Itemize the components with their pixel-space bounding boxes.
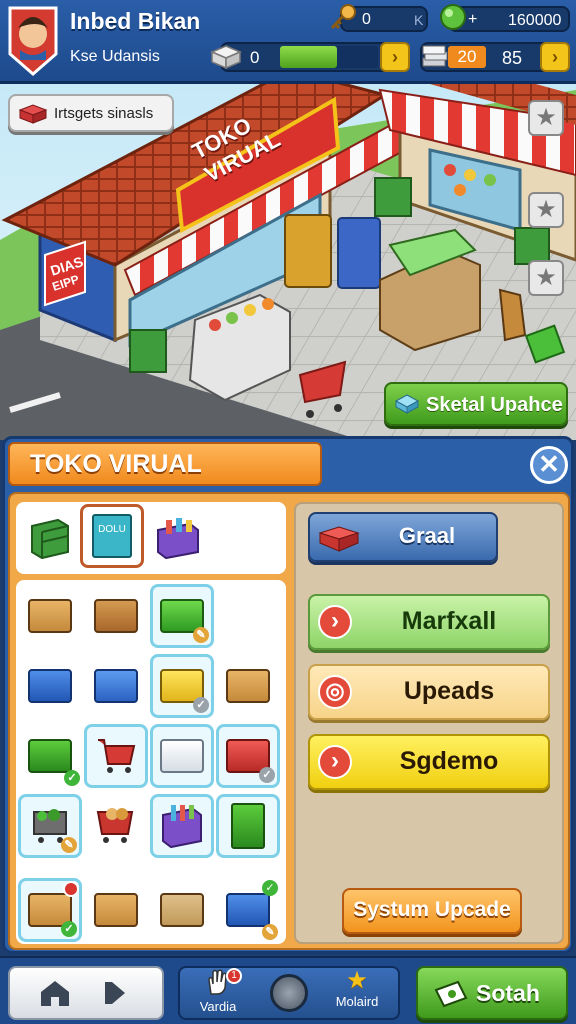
marfxall-label: Marfxall bbox=[401, 607, 497, 635]
star-button-3[interactable]: ★ bbox=[528, 260, 564, 296]
box-progress-track bbox=[280, 46, 378, 68]
tab-shelves[interactable] bbox=[18, 506, 82, 570]
item-cardboard-box-5[interactable] bbox=[84, 878, 148, 942]
gem-block-icon bbox=[394, 393, 420, 415]
action-column bbox=[294, 502, 564, 944]
item-freezer[interactable] bbox=[150, 724, 214, 788]
moaird-tab[interactable]: ★ Molaird bbox=[324, 968, 390, 1020]
item-blue-machine[interactable]: ✓ ✎ bbox=[216, 878, 280, 942]
play-icon[interactable] bbox=[100, 978, 130, 1008]
item-cardboard-box-2[interactable] bbox=[84, 584, 148, 648]
box-progress-fill bbox=[280, 46, 337, 68]
check-badge: ✓ bbox=[193, 697, 209, 713]
moaird-label: Molaird bbox=[335, 994, 379, 1009]
lock-badge: ✎ bbox=[193, 627, 209, 643]
panel-body: DOLU ✎ ✓ ✓ ✓ ✎ ✓ ✓ ✎ Graal › Marfxall ◎ … bbox=[8, 492, 570, 950]
sotah-label: Sotah bbox=[476, 980, 540, 1006]
top-bar: Inbed Bikan Kse Udansis 0 K + 160000 0 › bbox=[0, 0, 576, 84]
center-dial-icon[interactable] bbox=[270, 974, 308, 1012]
gem-icon bbox=[438, 2, 468, 32]
upeads-target-icon: ◎ bbox=[318, 675, 352, 709]
alert-badge bbox=[63, 881, 79, 897]
item-drinks-rack[interactable] bbox=[150, 794, 214, 858]
upeads-label: Upeads bbox=[403, 677, 495, 705]
key-icon bbox=[328, 2, 358, 32]
tab-book-text: DOLU bbox=[98, 524, 126, 535]
special-upgrade-label: Sketal Upahce bbox=[426, 394, 563, 416]
inventory-shortcut-button[interactable]: Irtsgets sinasls bbox=[8, 94, 174, 132]
marfxall-button[interactable]: › Marfxall bbox=[308, 594, 550, 650]
item-shopping-cart[interactable] bbox=[84, 724, 148, 788]
item-cardboard-box-1[interactable] bbox=[18, 584, 82, 648]
key-tag: K bbox=[414, 12, 424, 28]
tab-bottles[interactable] bbox=[146, 506, 210, 570]
upeads-button[interactable]: ◎ Upeads bbox=[308, 664, 550, 720]
stack-next-button[interactable]: › bbox=[540, 42, 570, 72]
item-cardboard-box-3[interactable] bbox=[216, 654, 280, 718]
sgdemo-button[interactable]: › Sgdemo bbox=[308, 734, 550, 790]
item-produce-crate[interactable]: ✓ bbox=[18, 724, 82, 788]
inventory-shortcut-label: Irtsgets sinasls bbox=[54, 105, 154, 122]
system-upgrade-button[interactable]: Systum Upcade bbox=[342, 888, 522, 934]
game-screen: TOKO VIRUAL DIAS EIPP Inbed Bikan Kse Ud… bbox=[0, 0, 576, 1024]
close-button[interactable]: ✕ bbox=[530, 446, 568, 484]
stack-value-b: 85 bbox=[502, 48, 523, 68]
item-cardboard-box-4[interactable]: ✓ bbox=[18, 878, 82, 942]
bottom-nav: 1 Vardia ★ Molaird Sotah bbox=[0, 956, 576, 1024]
crate-icon bbox=[208, 44, 242, 70]
box-count: 0 bbox=[250, 48, 260, 67]
special-upgrade-button[interactable]: Sketal Upahce bbox=[384, 382, 568, 426]
gem-count: 160000 bbox=[508, 12, 562, 29]
star-icon: ★ bbox=[346, 967, 368, 994]
graal-button[interactable]: Graal bbox=[308, 512, 498, 562]
item-red-register[interactable]: ✓ bbox=[216, 724, 280, 788]
varia-badge: 1 bbox=[226, 968, 242, 984]
stack-icon bbox=[420, 44, 450, 70]
item-yellow-box[interactable]: ✓ bbox=[150, 654, 214, 718]
varia-tab[interactable]: 1 Vardia bbox=[188, 968, 248, 1020]
item-blue-crate-2[interactable] bbox=[84, 654, 148, 718]
lock-badge-4: ✎ bbox=[262, 924, 278, 940]
gem-plus: + bbox=[468, 11, 478, 28]
star-button-2[interactable]: ★ bbox=[528, 192, 564, 228]
key-count: 0 bbox=[362, 11, 371, 28]
owned-check-2: ✓ bbox=[61, 921, 77, 937]
red-crate-icon bbox=[18, 104, 48, 124]
item-blue-crate-1[interactable] bbox=[18, 654, 82, 718]
tab-books[interactable]: DOLU bbox=[80, 504, 144, 568]
varia-label: Vardia bbox=[199, 999, 237, 1014]
stack-value-a: 20 bbox=[448, 46, 486, 68]
graal-icon bbox=[318, 524, 360, 552]
item-bread-cart[interactable] bbox=[84, 794, 148, 858]
lock-badge-3: ✎ bbox=[61, 837, 77, 853]
item-green-book[interactable] bbox=[216, 794, 280, 858]
player-name: Inbed Bikan bbox=[70, 8, 201, 34]
player-avatar[interactable] bbox=[6, 4, 60, 76]
sotah-button[interactable]: Sotah bbox=[416, 966, 568, 1020]
box-next-button[interactable]: › bbox=[380, 42, 410, 72]
panel-title: TOKO VIRUAL bbox=[8, 442, 322, 486]
book-icon: DOLU bbox=[92, 514, 132, 558]
marfxall-arrow-icon: › bbox=[318, 605, 352, 639]
nav-left-group bbox=[8, 966, 164, 1020]
home-icon[interactable] bbox=[38, 978, 72, 1008]
ticket-icon bbox=[432, 980, 470, 1008]
star-button-1[interactable]: ★ bbox=[528, 100, 564, 136]
owned-check-3: ✓ bbox=[262, 880, 278, 896]
item-veg-cart[interactable]: ✎ bbox=[18, 794, 82, 858]
player-subtitle: Kse Udansis bbox=[70, 48, 160, 65]
sgdemo-label: Sgdemo bbox=[399, 747, 499, 775]
graal-label: Graal bbox=[398, 523, 456, 548]
owned-check: ✓ bbox=[64, 770, 80, 786]
item-cardboard-box-6[interactable] bbox=[150, 878, 214, 942]
sgdemo-arrow-icon: › bbox=[318, 745, 352, 779]
item-green-box[interactable]: ✎ bbox=[150, 584, 214, 648]
lock-badge-2: ✓ bbox=[259, 767, 275, 783]
